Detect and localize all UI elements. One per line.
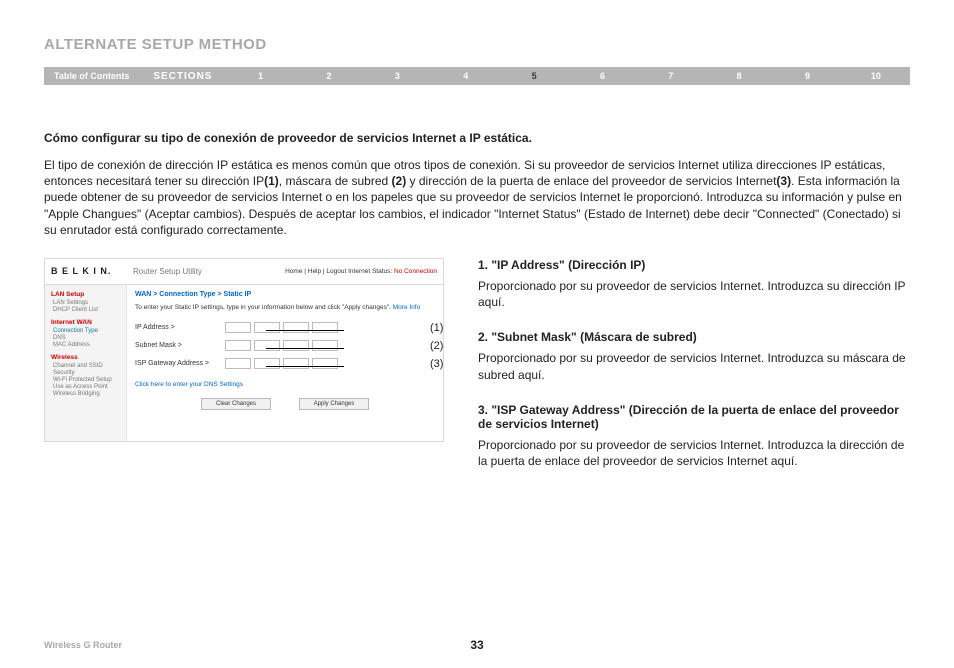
more-info-link[interactable]: More Info	[393, 304, 420, 311]
callout-line-1	[266, 330, 344, 331]
intro-paragraph: El tipo de conexión de dirección IP está…	[44, 157, 910, 238]
row-isp-gateway: ISP Gateway Address >	[135, 355, 435, 373]
sidebar-item-connection-type[interactable]: Connection Type	[53, 328, 120, 334]
page-footer: Wireless G Router 33	[44, 640, 910, 650]
label-subnet-mask: Subnet Mask >	[135, 342, 225, 349]
nav-item-4[interactable]: 4	[432, 71, 500, 81]
clear-changes-button[interactable]: Clear Changes	[201, 398, 271, 410]
note-text: To enter your Static IP settings, type i…	[135, 304, 393, 311]
definition-head-3: 3. "ISP Gateway Address" (Dirección de l…	[478, 403, 910, 431]
sidebar-item-dns[interactable]: DNS	[53, 335, 120, 341]
router-sidebar: LAN Setup LAN Settings DHCP Client List …	[45, 285, 127, 441]
nav-item-6[interactable]: 6	[568, 71, 636, 81]
sidebar-item-dhcp-list[interactable]: DHCP Client List	[53, 307, 120, 313]
product-name: Wireless G Router	[44, 640, 122, 650]
gateway-field[interactable]	[312, 358, 338, 369]
breadcrumb: WAN > Connection Type > Static IP	[135, 291, 435, 298]
sidebar-hdr-lan: LAN Setup	[51, 291, 120, 298]
nav-sections-label: SECTIONS	[139, 71, 226, 82]
sidebar-hdr-wan: Internet WAN	[51, 319, 120, 326]
row-subnet-mask: Subnet Mask >	[135, 337, 435, 355]
header-links: Home | Help | Logout Internet Status: No…	[253, 268, 437, 275]
belkin-logo: B E L K I N.	[51, 266, 133, 276]
internet-status: No Connection	[394, 268, 437, 275]
nav-item-7[interactable]: 7	[637, 71, 705, 81]
callout-line-2	[266, 348, 344, 349]
ip-field[interactable]	[254, 322, 280, 333]
sidebar-item-channel-ssid[interactable]: Channel and SSID	[53, 363, 120, 369]
definition-item: 3. "ISP Gateway Address" (Dirección de l…	[478, 403, 910, 469]
definition-text-1: Proporcionado por su proveedor de servic…	[478, 278, 910, 310]
intro-marker-1: (1)	[264, 174, 279, 188]
sidebar-item-wireless-bridging[interactable]: Wireless Bridging	[53, 391, 120, 397]
gateway-field[interactable]	[254, 358, 280, 369]
callout-num-2: (2)	[430, 340, 443, 352]
page-number: 33	[470, 638, 483, 652]
static-ip-note: To enter your Static IP settings, type i…	[135, 304, 435, 311]
subnet-field[interactable]	[254, 340, 280, 351]
intro-marker-3: (3)	[776, 174, 791, 188]
callout-num-3: (3)	[430, 358, 443, 370]
definition-text-3: Proporcionado por su proveedor de servic…	[478, 437, 910, 469]
sidebar-item-mac[interactable]: MAC Address	[53, 342, 120, 348]
nav-item-5[interactable]: 5	[500, 71, 568, 81]
sidebar-item-lan-settings[interactable]: LAN Settings	[53, 300, 120, 306]
nav-item-3[interactable]: 3	[363, 71, 431, 81]
intro-heading: Cómo configurar su tipo de conexión de p…	[44, 131, 910, 145]
subnet-field[interactable]	[312, 340, 338, 351]
header-links-text: Home | Help | Logout Internet Status:	[285, 268, 394, 275]
nav-item-8[interactable]: 8	[705, 71, 773, 81]
definition-item: 1. "IP Address" (Dirección IP) Proporcio…	[478, 258, 910, 310]
label-ip-address: IP Address >	[135, 324, 225, 331]
gateway-field[interactable]	[283, 358, 309, 369]
definition-head-1: 1. "IP Address" (Dirección IP)	[478, 258, 910, 272]
intro-text-mid1: , máscara de subred	[279, 174, 392, 188]
nav-item-2[interactable]: 2	[295, 71, 363, 81]
callout-num-1: (1)	[430, 322, 443, 334]
nav-item-9[interactable]: 9	[773, 71, 841, 81]
definition-text-2: Proporcionado por su proveedor de servic…	[478, 350, 910, 382]
section-navbar: Table of Contents SECTIONS 1 2 3 4 5 6 7…	[44, 67, 910, 85]
router-main-panel: WAN > Connection Type > Static IP To ent…	[127, 285, 443, 441]
intro-marker-2: (2)	[392, 174, 407, 188]
subnet-field[interactable]	[283, 340, 309, 351]
callout-line-3	[266, 366, 344, 367]
definition-head-2: 2. "Subnet Mask" (Máscara de subred)	[478, 330, 910, 344]
sidebar-item-access-point[interactable]: Use as Access Point	[53, 384, 120, 390]
dns-settings-link[interactable]: Click here to enter your DNS Settings	[135, 381, 435, 388]
row-ip-address: IP Address >	[135, 319, 435, 337]
apply-changes-button[interactable]: Apply Changes	[299, 398, 369, 410]
router-screenshot: B E L K I N. Router Setup Utility Home |…	[44, 258, 444, 442]
ip-field[interactable]	[283, 322, 309, 333]
nav-item-1[interactable]: 1	[226, 71, 294, 81]
definition-item: 2. "Subnet Mask" (Máscara de subred) Pro…	[478, 330, 910, 382]
gateway-field[interactable]	[225, 358, 251, 369]
page-title: ALTERNATE SETUP METHOD	[44, 36, 910, 53]
nav-section-numbers: 1 2 3 4 5 6 7 8 9 10	[226, 71, 910, 81]
nav-toc[interactable]: Table of Contents	[44, 71, 139, 81]
intro-text-mid2: y dirección de la puerta de enlace del p…	[406, 174, 776, 188]
sidebar-hdr-wireless: Wireless	[51, 354, 120, 361]
utility-title: Router Setup Utility	[133, 267, 253, 276]
ip-field[interactable]	[225, 322, 251, 333]
sidebar-item-security[interactable]: Security	[53, 370, 120, 376]
ip-field[interactable]	[312, 322, 338, 333]
subnet-field[interactable]	[225, 340, 251, 351]
nav-item-10[interactable]: 10	[842, 71, 910, 81]
sidebar-item-wps[interactable]: Wi-Fi Protected Setup	[53, 377, 120, 383]
label-isp-gateway: ISP Gateway Address >	[135, 360, 225, 367]
